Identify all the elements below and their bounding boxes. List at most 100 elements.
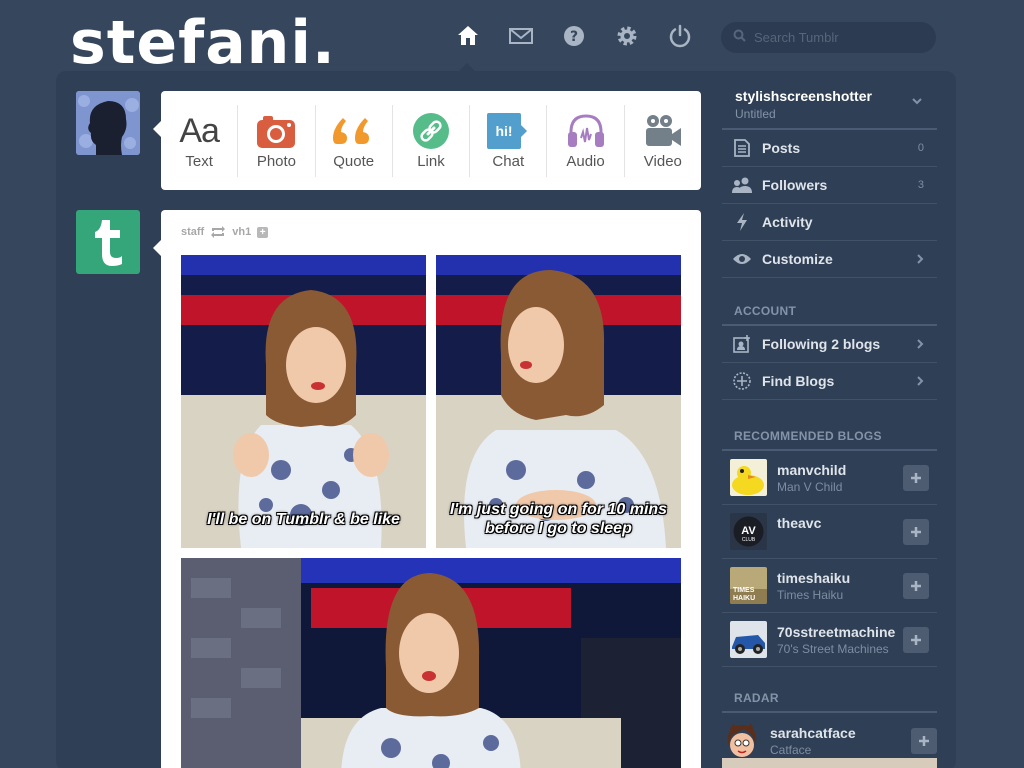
plus-icon <box>911 580 921 591</box>
blog-title: Times Haiku <box>777 587 844 602</box>
gif-image-3[interactable] <box>181 558 681 768</box>
sidebar: stylishscreenshotter Untitled Posts 0 Fo… <box>722 80 937 768</box>
blog-name: manvchild <box>777 461 847 478</box>
gif-image-1[interactable]: I'll be on Tumblr & be like <box>181 255 426 548</box>
post-header: staff vh1 + <box>181 226 269 238</box>
blog-title: Catface <box>770 743 812 757</box>
blog-name: 70sstreetmachine <box>777 623 896 640</box>
post-video-button[interactable]: Video <box>625 105 701 177</box>
sidebar-item-posts[interactable]: Posts 0 <box>722 130 937 167</box>
power-icon[interactable] <box>662 18 698 54</box>
radar-post-preview[interactable] <box>722 758 937 768</box>
reblogged-from-link[interactable]: vh1 <box>232 226 251 238</box>
blog-name: timeshaiku <box>777 569 851 586</box>
svg-text:hi!: hi! <box>496 123 513 139</box>
following-icon <box>722 335 762 353</box>
blog-name: sarahcatface <box>770 725 856 741</box>
sidebar-item-activity[interactable]: Activity <box>722 204 937 241</box>
follow-button[interactable] <box>903 572 929 599</box>
sidebar-item-label: Followers <box>762 177 828 193</box>
gif-caption: I'll be on Tumblr & be like <box>207 511 400 528</box>
follow-button[interactable] <box>903 464 929 491</box>
chevron-down-icon <box>912 98 922 105</box>
svg-text:?: ? <box>570 29 578 45</box>
follow-button[interactable] <box>911 728 937 754</box>
sidebar-item-label: Activity <box>762 214 813 230</box>
account-heading: ACCOUNT <box>722 304 937 326</box>
post-type-label: Text <box>185 153 213 170</box>
post-chat-button[interactable]: hi! Chat <box>470 104 548 177</box>
post-audio-button[interactable]: Audio <box>547 104 625 177</box>
sidebar-item-customize[interactable]: Customize <box>722 241 937 278</box>
sidebar-item-label: Customize <box>762 251 833 267</box>
chevron-right-icon <box>917 254 924 264</box>
text-icon: Aa <box>179 111 220 150</box>
search-input[interactable] <box>754 30 924 45</box>
top-nav: ? <box>450 18 715 54</box>
post-type-bar: Aa Text Photo Quote Link hi! Chat Audio <box>153 91 701 190</box>
blog-switcher[interactable]: stylishscreenshotter Untitled <box>722 80 937 130</box>
camera-icon <box>257 111 296 151</box>
sidebar-item-label: Following 2 blogs <box>762 336 881 352</box>
lightning-icon <box>722 213 762 231</box>
plus-icon <box>919 736 929 746</box>
svg-text:CLUB: CLUB <box>742 537 756 543</box>
blog-avatar: TIMES HAIKU <box>730 567 767 604</box>
search-box[interactable] <box>721 22 936 53</box>
recommended-blog[interactable]: manvchild Man V Child <box>722 451 937 505</box>
mail-icon[interactable] <box>503 18 539 54</box>
post-type-label: Audio <box>566 153 605 170</box>
eye-icon <box>722 253 762 265</box>
post-type-label: Chat <box>492 153 525 170</box>
svg-text:TIMES: TIMES <box>733 587 755 594</box>
link-icon <box>412 111 449 151</box>
blog-name: theavc <box>777 514 822 531</box>
post-type-label: Photo <box>256 153 297 170</box>
quote-icon <box>332 111 375 151</box>
plus-icon <box>911 634 921 645</box>
post-link-button[interactable]: Link <box>393 104 471 177</box>
search-icon <box>733 29 746 47</box>
staff-avatar[interactable] <box>76 210 140 274</box>
tumblr-t-icon <box>95 220 122 266</box>
user-avatar[interactable] <box>76 91 140 155</box>
video-camera-icon <box>644 111 682 151</box>
post-author-link[interactable]: staff <box>181 226 204 238</box>
blog-logo[interactable]: stefani. <box>70 8 336 78</box>
chevron-right-icon <box>917 376 924 386</box>
sidebar-item-label: Posts <box>762 140 801 156</box>
gear-icon[interactable] <box>609 18 645 54</box>
blog-avatar <box>730 621 767 658</box>
followers-icon <box>722 177 762 193</box>
gif-image-2[interactable]: I'm just going on for 10 mins before I g… <box>436 255 681 548</box>
plus-icon <box>911 472 921 483</box>
post-quote-button[interactable]: Quote <box>316 104 393 177</box>
plus-icon <box>911 526 921 537</box>
blog-avatar: AV CLUB <box>730 513 767 550</box>
chevron-right-icon <box>917 339 924 349</box>
help-icon[interactable]: ? <box>556 18 592 54</box>
post-type-label: Video <box>643 153 682 170</box>
sidebar-item-find-blogs[interactable]: Find Blogs <box>722 363 937 400</box>
blog-avatar <box>730 459 767 496</box>
sidebar-item-followers[interactable]: Followers 3 <box>722 167 937 204</box>
recommended-blog[interactable]: AV CLUB theavc <box>722 505 937 559</box>
sidebar-item-following[interactable]: Following 2 blogs <box>722 326 937 363</box>
gif-caption: I'm just going on for 10 mins before I g… <box>449 501 668 537</box>
compass-icon <box>722 372 762 390</box>
post-type-label: Quote <box>333 153 375 170</box>
blog-title: Man V Child <box>777 479 843 494</box>
follow-button[interactable] <box>903 518 929 545</box>
posts-icon <box>722 139 762 157</box>
home-icon[interactable] <box>450 18 486 54</box>
sidebar-item-label: Find Blogs <box>762 373 835 389</box>
recommended-blog[interactable]: 70sstreetmachine 70's Street Machines <box>722 613 937 667</box>
recommended-heading: RECOMMENDED BLOGS <box>722 429 937 451</box>
follow-plus-icon[interactable]: + <box>257 226 269 238</box>
post-text-button[interactable]: Aa Text <box>161 104 239 177</box>
follow-button[interactable] <box>903 626 929 653</box>
chat-icon: hi! <box>487 111 529 151</box>
post-photo-button[interactable]: Photo <box>238 104 316 177</box>
recommended-blog[interactable]: TIMES HAIKU timeshaiku Times Haiku <box>722 559 937 613</box>
followers-count: 3 <box>917 179 924 191</box>
